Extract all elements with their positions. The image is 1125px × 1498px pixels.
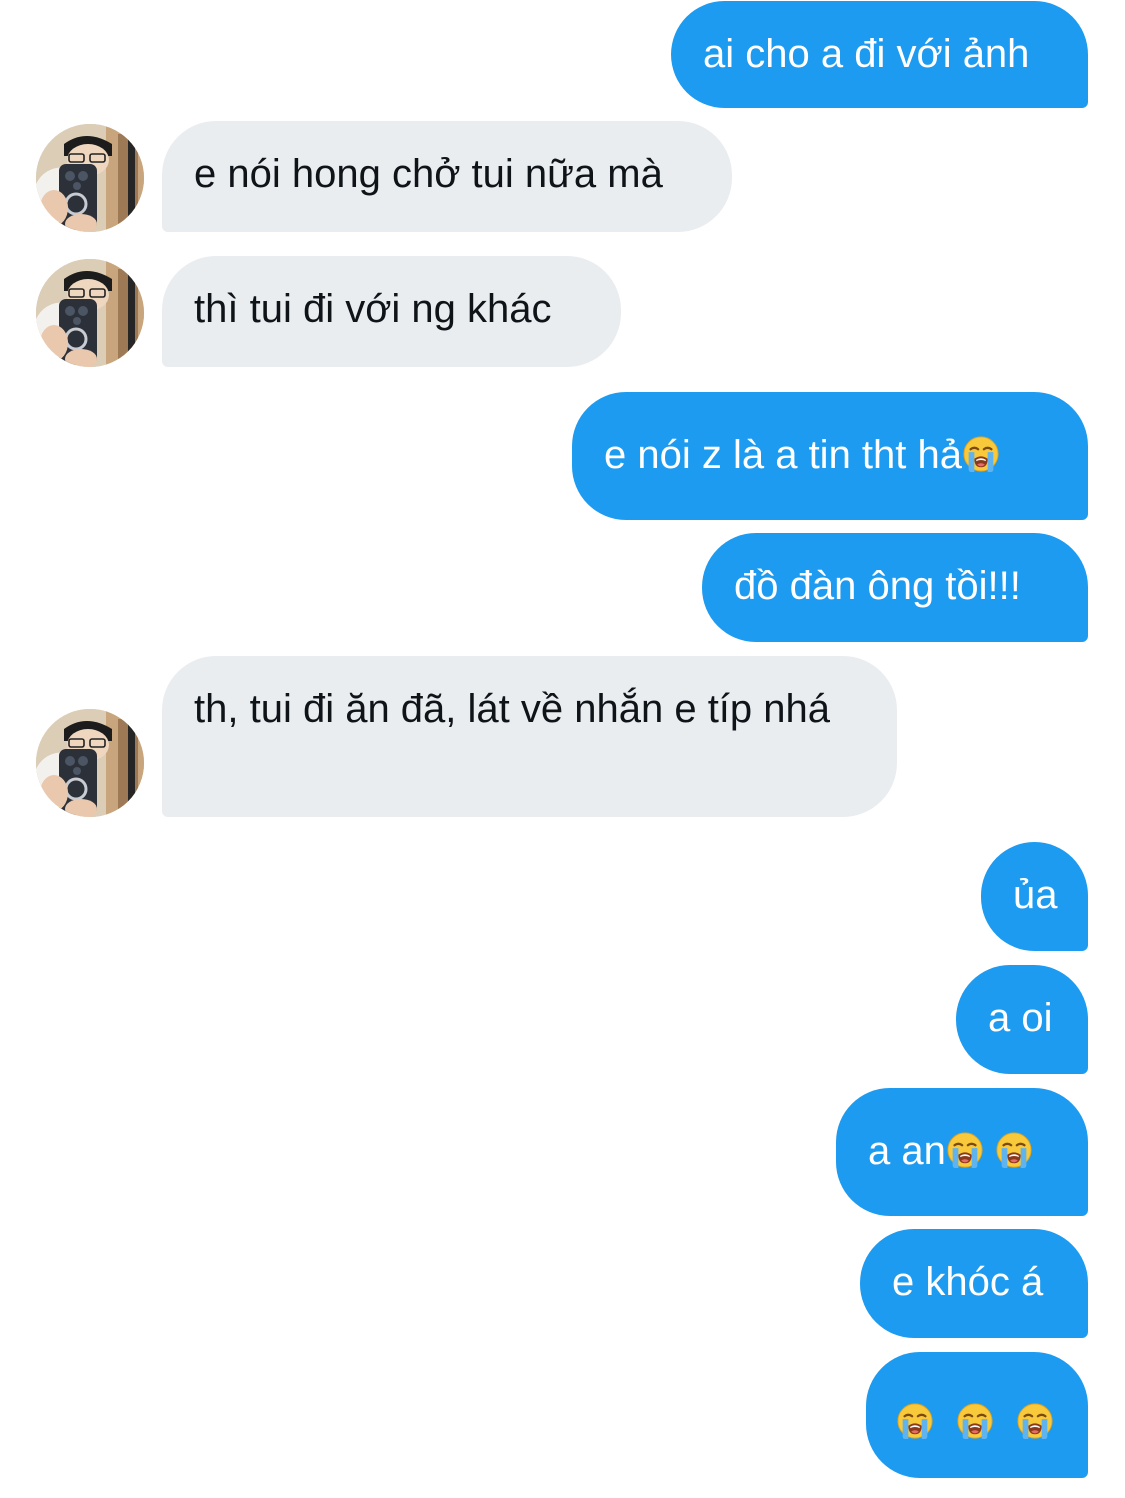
outgoing-message[interactable]: ủa [981, 842, 1088, 951]
contact-avatar[interactable] [36, 259, 144, 367]
loudly-crying-face-icon [946, 1131, 984, 1169]
incoming-message[interactable]: th, tui đi ăn đã, lát về nhắn e típ nhá [162, 656, 897, 817]
message-text: e khóc á [892, 1260, 1044, 1304]
contact-avatar[interactable] [36, 124, 144, 232]
outgoing-message[interactable]: ai cho a đi với ảnh [671, 1, 1088, 108]
incoming-message[interactable]: e nói hong chở tui nữa mà [162, 121, 732, 232]
outgoing-message[interactable]: e nói z là a tin tht hả [572, 392, 1088, 520]
message-text: ủa [1013, 873, 1058, 917]
message-text: a an [868, 1129, 946, 1173]
loudly-crying-face-icon [956, 1402, 994, 1440]
message-text: e nói z là a tin tht hả [604, 433, 963, 477]
outgoing-message[interactable] [866, 1352, 1088, 1478]
message-text: ai cho a đi với ảnh [703, 32, 1030, 76]
loudly-crying-face-icon [962, 435, 1000, 473]
outgoing-message[interactable]: đồ đàn ông tồi!!! [702, 533, 1088, 642]
outgoing-message[interactable]: a an [836, 1088, 1088, 1216]
outgoing-message[interactable]: a oi [956, 965, 1088, 1074]
message-text: e nói hong chở tui nữa mà [194, 152, 663, 196]
loudly-crying-face-icon [995, 1131, 1033, 1169]
message-text: th, tui đi ăn đã, lát về nhắn e típ nhá [194, 687, 831, 731]
outgoing-message[interactable]: e khóc á [860, 1229, 1088, 1338]
incoming-message[interactable]: thì tui đi với ng khác [162, 256, 621, 367]
message-text: a oi [988, 996, 1053, 1040]
contact-avatar[interactable] [36, 709, 144, 817]
loudly-crying-face-icon [1016, 1402, 1054, 1440]
message-text: thì tui đi với ng khác [194, 287, 552, 331]
loudly-crying-face-icon [896, 1402, 934, 1440]
message-text: đồ đàn ông tồi!!! [734, 564, 1021, 608]
